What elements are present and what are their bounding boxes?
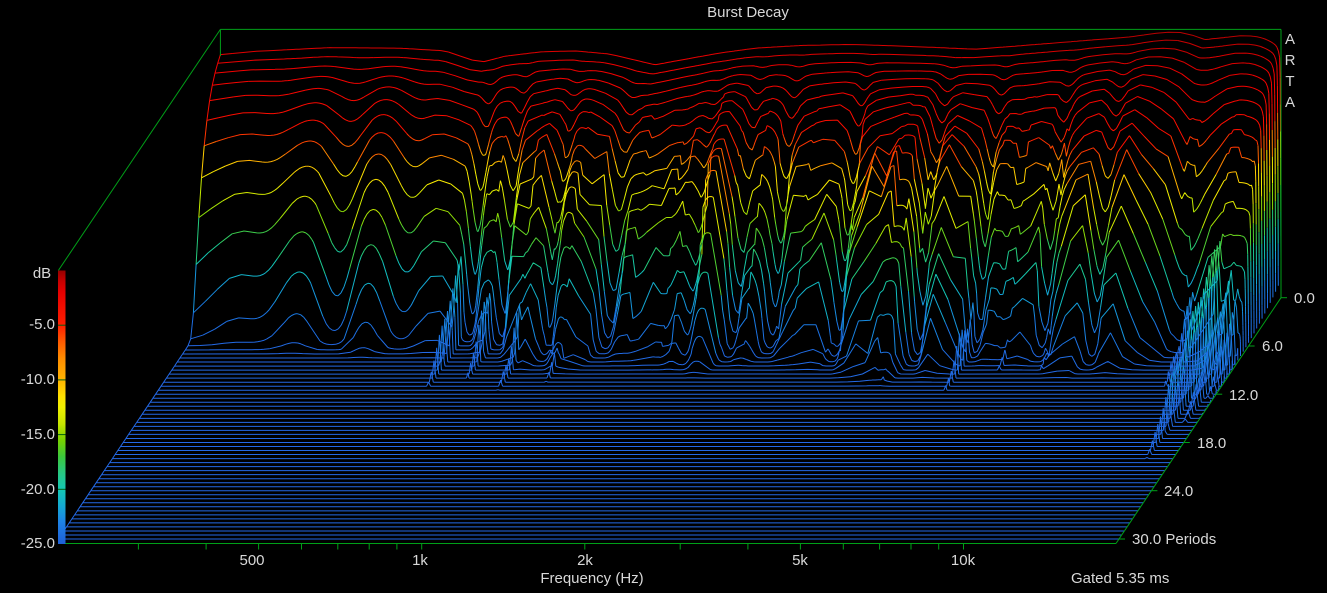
svg-text:-25.0: -25.0	[21, 535, 55, 552]
svg-text:Frequency (Hz): Frequency (Hz)	[540, 570, 643, 587]
svg-text:500: 500	[239, 552, 264, 569]
svg-text:18.0: 18.0	[1197, 435, 1226, 452]
svg-text:Burst Decay: Burst Decay	[707, 4, 789, 21]
svg-text:6.0: 6.0	[1262, 338, 1283, 355]
svg-text:T: T	[1285, 73, 1294, 90]
svg-text:-5.0: -5.0	[29, 316, 55, 333]
svg-text:dB: dB	[33, 265, 51, 282]
svg-text:-15.0: -15.0	[21, 426, 55, 443]
svg-text:A: A	[1285, 31, 1295, 48]
svg-text:12.0: 12.0	[1229, 387, 1258, 404]
svg-text:24.0: 24.0	[1164, 483, 1193, 500]
svg-text:2k: 2k	[577, 552, 593, 569]
svg-text:1k: 1k	[412, 552, 428, 569]
svg-text:10k: 10k	[951, 552, 976, 569]
svg-text:Gated 5.35 ms: Gated 5.35 ms	[1071, 570, 1169, 587]
svg-text:-10.0: -10.0	[21, 371, 55, 388]
svg-text:-20.0: -20.0	[21, 481, 55, 498]
svg-text:5k: 5k	[792, 552, 808, 569]
svg-text:30.0 Periods: 30.0 Periods	[1132, 531, 1216, 548]
svg-text:R: R	[1285, 52, 1296, 69]
svg-text:A: A	[1285, 94, 1295, 111]
svg-text:0.0: 0.0	[1294, 290, 1315, 307]
